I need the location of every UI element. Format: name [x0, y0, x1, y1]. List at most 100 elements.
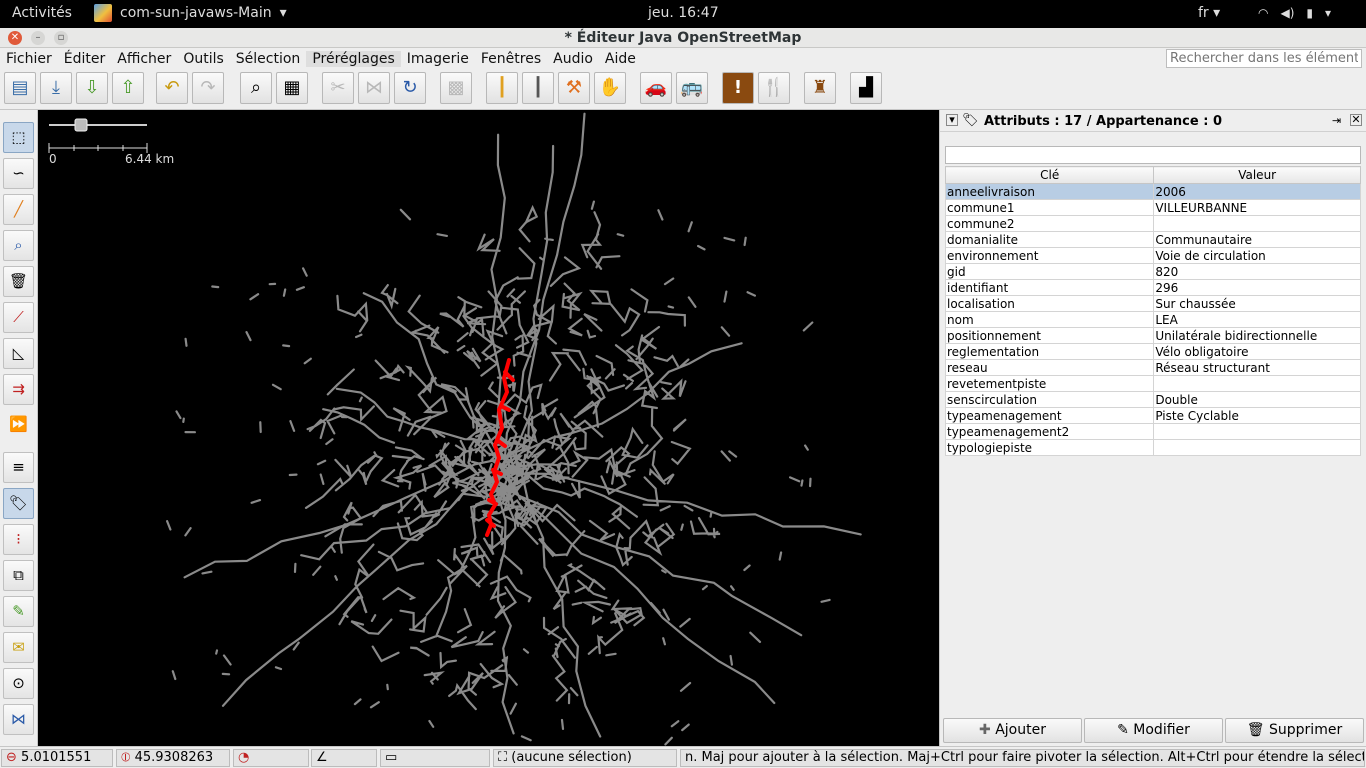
tag-row[interactable]: environnement Voie de circulation — [944, 247, 1361, 264]
tag-key-cell[interactable]: gid — [944, 263, 1155, 280]
tag-key-cell[interactable]: anneelivraison — [944, 183, 1155, 200]
menu-fenetres[interactable]: Fenêtres — [475, 51, 547, 67]
tag-row[interactable]: positionnement Unilatérale bidirectionnel… — [944, 327, 1361, 344]
tag-key-cell[interactable]: revetementpiste — [944, 375, 1155, 392]
tag-value-cell[interactable] — [1153, 423, 1361, 440]
column-header-value[interactable]: Valeur — [1153, 166, 1361, 184]
system-status-area[interactable]: ◠ ◀) ▮ ▾ — [1258, 6, 1331, 20]
properties-button[interactable]: ▦ — [276, 72, 308, 104]
tag-value-cell[interactable]: Réseau structurant — [1153, 359, 1361, 376]
tags-panel-button[interactable]: 🏷 — [3, 488, 34, 519]
tag-key-cell[interactable]: typeamenagement2 — [944, 423, 1155, 440]
undo-button[interactable]: ↶ — [156, 72, 188, 104]
tag-row[interactable]: typeamenagement2 — [944, 423, 1361, 440]
clock[interactable]: jeu. 16:47 — [648, 5, 719, 21]
more-tools-button[interactable]: ⏩ — [3, 410, 34, 441]
redo-button[interactable]: ↷ — [192, 72, 224, 104]
tag-key-cell[interactable]: senscirculation — [944, 391, 1155, 408]
preset-car-button[interactable]: 🚗 — [640, 72, 672, 104]
preset-road-button[interactable]: ┃ — [486, 72, 518, 104]
tag-row[interactable]: commune1 VILLEURBANNE — [944, 199, 1361, 216]
close-panel-button[interactable]: ✕ — [1350, 114, 1362, 126]
tag-value-cell[interactable]: 820 — [1153, 263, 1361, 280]
preset-castle-button[interactable]: ♜ — [804, 72, 836, 104]
delete-tag-button[interactable]: 🗑 Supprimer — [1225, 718, 1364, 743]
split-way-button[interactable]: ✂ — [322, 72, 354, 104]
tag-row[interactable]: revetementpiste — [944, 375, 1361, 392]
preset-restaurant-button[interactable]: 🍴 — [758, 72, 790, 104]
tag-key-cell[interactable]: localisation — [944, 295, 1155, 312]
history-panel-button[interactable]: ⊙ — [3, 668, 34, 699]
select-tool-button[interactable]: ⬚ — [3, 122, 34, 153]
parallel-tool-button[interactable]: ⇉ — [3, 374, 34, 405]
improve-way-tool-button[interactable]: ⟋ — [3, 302, 34, 333]
tag-row[interactable]: reseau Réseau structurant — [944, 359, 1361, 376]
tag-key-cell[interactable]: positionnement — [944, 327, 1155, 344]
tag-row[interactable]: nom LEA — [944, 311, 1361, 328]
measure-tool-button[interactable]: ◺ — [3, 338, 34, 369]
tag-row[interactable]: gid 820 — [944, 263, 1361, 280]
tag-row[interactable]: typeamenagement Piste Cyclable — [944, 407, 1361, 424]
save-button[interactable]: ⤓ — [40, 72, 72, 104]
menu-outils[interactable]: Outils — [177, 51, 229, 67]
language-indicator[interactable]: fr ▾ — [1198, 5, 1220, 21]
menu-editer[interactable]: Éditer — [58, 51, 111, 67]
selection-list-button[interactable]: ⁝ — [3, 524, 34, 555]
tag-row[interactable]: typologiepiste — [944, 439, 1361, 456]
preset-junction-button[interactable]: ⚒ — [558, 72, 590, 104]
conflict-panel-button[interactable]: ⋈ — [3, 704, 34, 735]
tag-value-cell[interactable] — [1153, 439, 1361, 456]
download-button[interactable]: ⇩ — [76, 72, 108, 104]
menu-afficher[interactable]: Afficher — [111, 51, 177, 67]
validation-panel-button[interactable]: ✎ — [3, 596, 34, 627]
upload-button[interactable]: ⇧ — [112, 72, 144, 104]
tag-value-cell[interactable]: Communautaire — [1153, 231, 1361, 248]
column-header-key[interactable]: Clé — [944, 166, 1155, 184]
tag-value-cell[interactable]: VILLEURBANNE — [1153, 199, 1361, 216]
edit-tag-button[interactable]: ✎ Modifier — [1084, 718, 1223, 743]
image-button[interactable]: ▩ — [440, 72, 472, 104]
menu-imagerie[interactable]: Imagerie — [401, 51, 475, 67]
collapse-panel-button[interactable]: ▾ — [946, 114, 958, 126]
draw-tool-button[interactable]: ╱ — [3, 194, 34, 225]
tag-value-cell[interactable]: LEA — [1153, 311, 1361, 328]
relation-panel-button[interactable]: ⧉ — [3, 560, 34, 591]
preset-bus-button[interactable]: 🚌 — [676, 72, 708, 104]
tag-row[interactable]: localisation Sur chaussée — [944, 295, 1361, 312]
tag-key-cell[interactable]: domanialite — [944, 231, 1155, 248]
tag-row[interactable]: identifiant 296 — [944, 279, 1361, 296]
tag-key-cell[interactable]: environnement — [944, 247, 1155, 264]
tag-row[interactable]: reglementation Vélo obligatoire — [944, 343, 1361, 360]
tag-value-cell[interactable]: Voie de circulation — [1153, 247, 1361, 264]
map-view[interactable]: 0 6.44 km — [39, 110, 936, 746]
menu-audio[interactable]: Audio — [547, 51, 599, 67]
preset-industrial-button[interactable]: ▟ — [850, 72, 882, 104]
menu-aide[interactable]: Aide — [599, 51, 642, 67]
delete-tool-button[interactable]: 🗑 — [3, 266, 34, 297]
tag-key-cell[interactable]: nom — [944, 311, 1155, 328]
tag-value-cell[interactable] — [1153, 215, 1361, 232]
menu-fichier[interactable]: Fichier — [0, 51, 58, 67]
menu-selection[interactable]: Sélection — [230, 51, 307, 67]
tag-key-cell[interactable]: identifiant — [944, 279, 1155, 296]
open-file-button[interactable]: ▤ — [4, 72, 36, 104]
app-menu[interactable]: com-sun-javaws-Main ▾ — [94, 4, 287, 22]
tag-value-cell[interactable]: Unilatérale bidirectionnelle — [1153, 327, 1361, 344]
tag-key-cell[interactable]: commune1 — [944, 199, 1155, 216]
tag-value-cell[interactable]: Sur chaussée — [1153, 295, 1361, 312]
search-input[interactable] — [1166, 49, 1362, 68]
reverse-way-button[interactable]: ↻ — [394, 72, 426, 104]
tag-key-cell[interactable]: reglementation — [944, 343, 1155, 360]
activities-button[interactable]: Activités — [12, 5, 72, 21]
lasso-tool-button[interactable]: ∽ — [3, 158, 34, 189]
tag-row[interactable]: domanialite Communautaire — [944, 231, 1361, 248]
preset-track-button[interactable]: ┃ — [522, 72, 554, 104]
tag-value-cell[interactable]: Double — [1153, 391, 1361, 408]
tag-value-cell[interactable] — [1153, 375, 1361, 392]
zoom-tool-button[interactable]: ⌕ — [3, 230, 34, 261]
tag-row[interactable]: commune2 — [944, 215, 1361, 232]
tag-filter-input[interactable] — [945, 146, 1361, 164]
preset-warning-button[interactable]: ! — [722, 72, 754, 104]
layers-panel-button[interactable]: ≡ — [3, 452, 34, 483]
tag-key-cell[interactable]: commune2 — [944, 215, 1155, 232]
